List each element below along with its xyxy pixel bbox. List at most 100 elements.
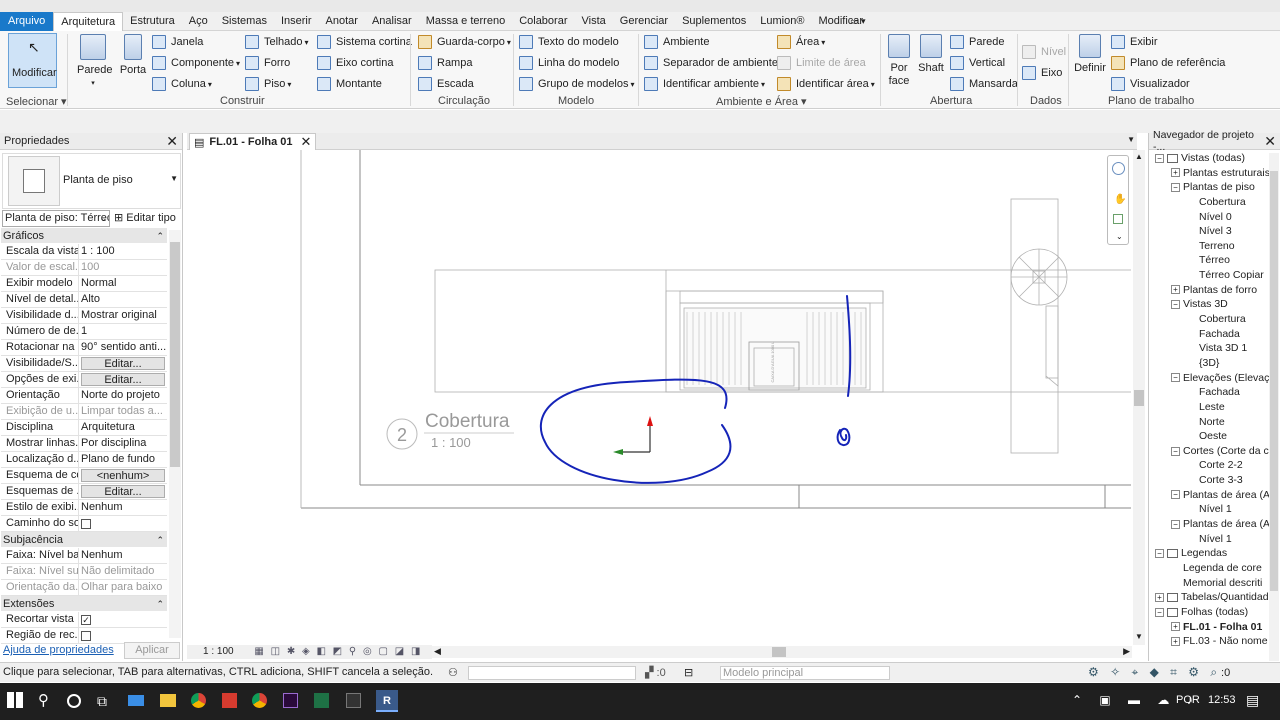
browser-scrollbar[interactable]: [1269, 153, 1279, 661]
collapse-icon[interactable]: −: [1171, 300, 1180, 310]
tree-item[interactable]: Oeste: [1151, 429, 1269, 444]
property-value[interactable]: Normal: [79, 276, 167, 291]
tree-item[interactable]: + FL.03 - Não nome: [1151, 634, 1269, 649]
tag-area-button[interactable]: Identificar área ▾: [777, 75, 875, 93]
apply-button[interactable]: Aplicar: [124, 641, 180, 659]
revit-icon[interactable]: R: [376, 690, 398, 712]
tree-item[interactable]: Nível 1: [1151, 502, 1269, 517]
tree-item[interactable]: − Plantas de área (A: [1151, 517, 1269, 532]
expand-icon[interactable]: +: [1171, 168, 1180, 178]
tree-item[interactable]: Legenda de core: [1151, 561, 1269, 576]
collapse-icon[interactable]: −: [1171, 183, 1180, 192]
pan-icon[interactable]: ✋: [1114, 194, 1126, 205]
tree-item[interactable]: Fachada: [1151, 327, 1269, 342]
property-edit-button[interactable]: Editar...: [81, 485, 165, 498]
type-selector[interactable]: Planta de piso ▼: [2, 153, 181, 209]
tree-item[interactable]: Cobertura: [1151, 312, 1269, 327]
tab-anotar[interactable]: Anotar: [319, 12, 365, 31]
wall-button[interactable]: Parede ▾: [77, 34, 112, 90]
clock[interactable]: 12:53: [1208, 694, 1236, 706]
tree-item[interactable]: − Vistas 3D: [1151, 297, 1269, 312]
premiere-icon[interactable]: [283, 693, 298, 708]
mullion-button[interactable]: Montante: [317, 75, 382, 93]
opening-wall-button[interactable]: Parede: [950, 33, 1004, 51]
properties-scrollbar[interactable]: [169, 230, 181, 638]
collapse-icon[interactable]: ⌃: [156, 532, 164, 548]
area-boundary-button[interactable]: Limite de área: [777, 54, 866, 72]
window-button[interactable]: Janela: [152, 33, 203, 51]
set-workplane-button[interactable]: Definir: [1072, 34, 1108, 75]
expand-icon[interactable]: +: [1171, 285, 1180, 295]
door-button[interactable]: Porta: [118, 34, 148, 77]
tree-item[interactable]: − Vistas (todas): [1151, 151, 1269, 166]
instance-filter-select[interactable]: Planta de piso: Térreo ⌄: [2, 210, 110, 227]
scroll-thumb[interactable]: [170, 242, 180, 467]
model-text-button[interactable]: Texto do modelo: [519, 33, 619, 51]
zoom-icon[interactable]: [1113, 214, 1123, 224]
chrome-icon[interactable]: [191, 693, 206, 708]
steering-wheel-icon[interactable]: [1112, 162, 1125, 175]
property-value[interactable]: Não delimitado: [79, 564, 167, 579]
windows-start-icon[interactable]: [7, 692, 23, 708]
dormer-button[interactable]: Mansarda: [950, 75, 1018, 93]
ramp-button[interactable]: Rampa: [418, 54, 472, 72]
tab-menu-dropdown[interactable]: ▼: [1127, 135, 1135, 144]
app-icon[interactable]: [222, 693, 237, 708]
tree-item[interactable]: + Plantas estruturais: [1151, 166, 1269, 181]
design-option-select[interactable]: Modelo principal: [720, 666, 890, 680]
tree-item[interactable]: Fachada: [1151, 385, 1269, 400]
by-face-button[interactable]: Por face: [884, 34, 914, 88]
tree-item[interactable]: Norte: [1151, 415, 1269, 430]
ceiling-button[interactable]: Forro: [245, 54, 290, 72]
tree-item[interactable]: Terreno: [1151, 239, 1269, 254]
section-header[interactable]: Gráficos ⌃: [1, 228, 167, 244]
tab-colaborar[interactable]: Colaborar: [512, 12, 574, 31]
scroll-down-arrow[interactable]: ▼: [1135, 632, 1143, 641]
section-header[interactable]: Subjacência ⌃: [1, 532, 167, 548]
property-value[interactable]: Alto: [79, 292, 167, 307]
tab-analisar[interactable]: Analisar: [365, 12, 419, 31]
tab-vista[interactable]: Vista: [575, 12, 613, 31]
tab-lumion-[interactable]: Lumion®: [753, 12, 811, 31]
column-button[interactable]: Coluna ▾: [152, 75, 212, 93]
canvas-vertical-scrollbar[interactable]: ▲ ▼: [1133, 150, 1145, 645]
close-tab-icon[interactable]: ✕: [301, 134, 312, 150]
workset-select[interactable]: [468, 666, 636, 680]
tree-item[interactable]: Vista 3D 1: [1151, 341, 1269, 356]
notifications-icon[interactable]: ▤: [1246, 692, 1259, 709]
view-controls-icons[interactable]: ▦ ◫ ✱ ◈ ◧ ◩ ⚲ ◎ ▢ ◪ ◨: [254, 646, 422, 657]
tree-item[interactable]: − Legendas: [1151, 546, 1269, 561]
tab-gerenciar[interactable]: Gerenciar: [613, 12, 675, 31]
property-edit-button[interactable]: Editar...: [81, 357, 165, 370]
filter-count[interactable]: ▞ :0: [645, 666, 666, 679]
app-icon[interactable]: [346, 693, 361, 708]
nav-menu-icon[interactable]: ⌄: [1116, 232, 1123, 241]
collapse-icon[interactable]: −: [1171, 490, 1180, 500]
search-icon[interactable]: ⚲: [38, 690, 60, 712]
language-indicator[interactable]: POR: [1176, 694, 1200, 706]
selection-tools[interactable]: ⚙ ✧ ⌖ ◆ ⌗ ⚙ ⌕:0: [1088, 665, 1230, 680]
tree-item[interactable]: Leste: [1151, 400, 1269, 415]
view-scale-label[interactable]: 1 : 100: [203, 646, 234, 657]
tree-item[interactable]: + Tabelas/Quantidade: [1151, 590, 1269, 605]
collapse-icon[interactable]: −: [1171, 373, 1180, 383]
tab-massa-e-terreno[interactable]: Massa e terreno: [419, 12, 512, 31]
close-icon[interactable]: ✕: [1264, 134, 1276, 148]
task-view-icon[interactable]: ⧉: [97, 690, 119, 712]
expand-icon[interactable]: +: [1155, 592, 1164, 602]
select-dropdown[interactable]: Selecionar ▾: [6, 95, 67, 108]
chrome-icon[interactable]: [252, 693, 267, 708]
property-edit-button[interactable]: <nenhum>: [81, 469, 165, 482]
tree-item[interactable]: Nível 1: [1151, 532, 1269, 547]
room-separator-button[interactable]: Separador de ambiente: [644, 54, 778, 72]
tree-item[interactable]: Nível 3: [1151, 224, 1269, 239]
modify-button[interactable]: ↖ Modificar: [8, 33, 57, 88]
tag-room-button[interactable]: Identificar ambiente ▾: [644, 75, 765, 93]
scroll-left-arrow[interactable]: ◀: [434, 646, 441, 657]
tree-item[interactable]: Corte 2-2: [1151, 458, 1269, 473]
tree-item[interactable]: Térreo Copiar: [1151, 268, 1269, 283]
expand-icon[interactable]: +: [1171, 622, 1180, 632]
floor-button[interactable]: Piso ▾: [245, 75, 291, 93]
room-button[interactable]: Ambiente: [644, 33, 709, 51]
property-value[interactable]: 1 : 100: [79, 244, 167, 259]
